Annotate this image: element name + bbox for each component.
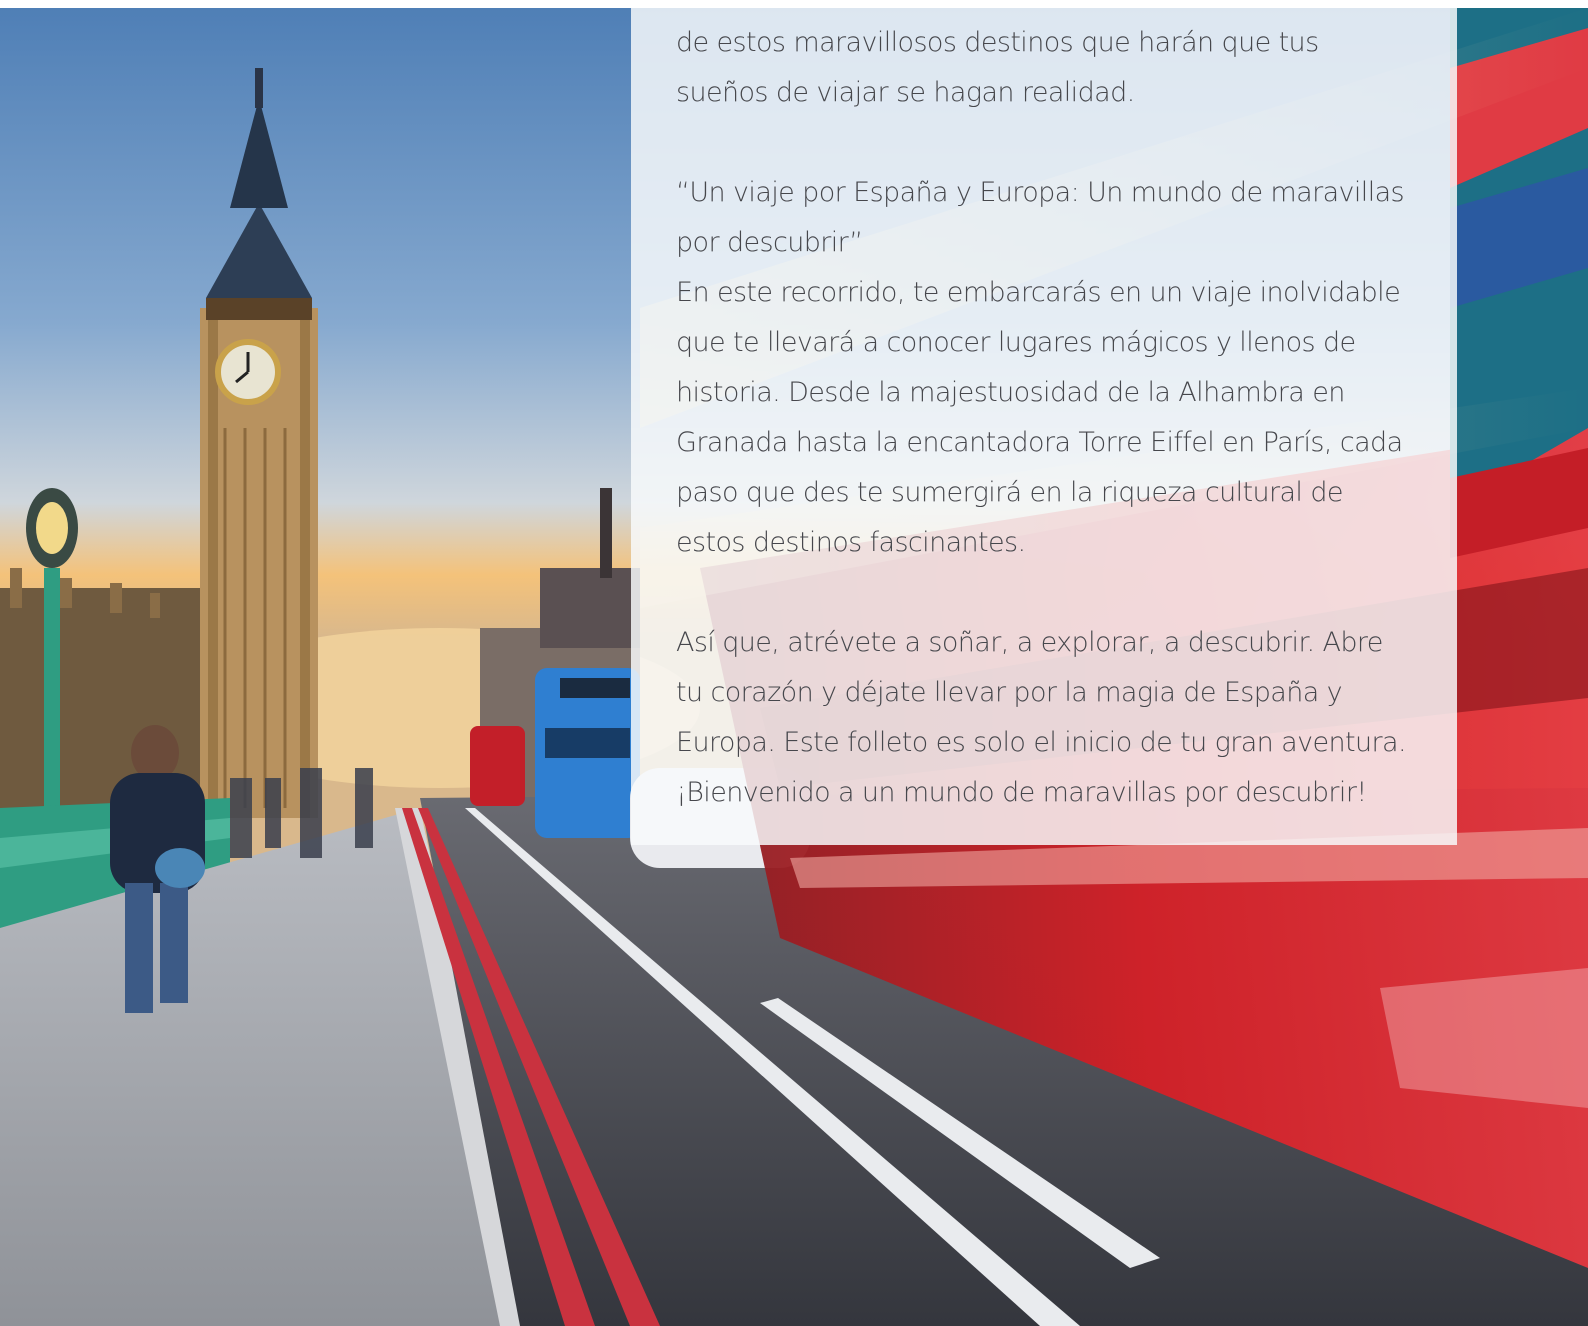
intro-text-panel: de estos maravillosos destinos que harán… [631, 8, 1457, 845]
intro-paragraph-2: “Un viaje por España y Europa: Un mundo … [676, 177, 1405, 558]
intro-paragraph-1: de estos maravillosos destinos que harán… [676, 27, 1319, 108]
intro-paragraph-3: Así que, atrévete a soñar, a explorar, a… [676, 627, 1407, 808]
blue-bus [535, 668, 640, 838]
